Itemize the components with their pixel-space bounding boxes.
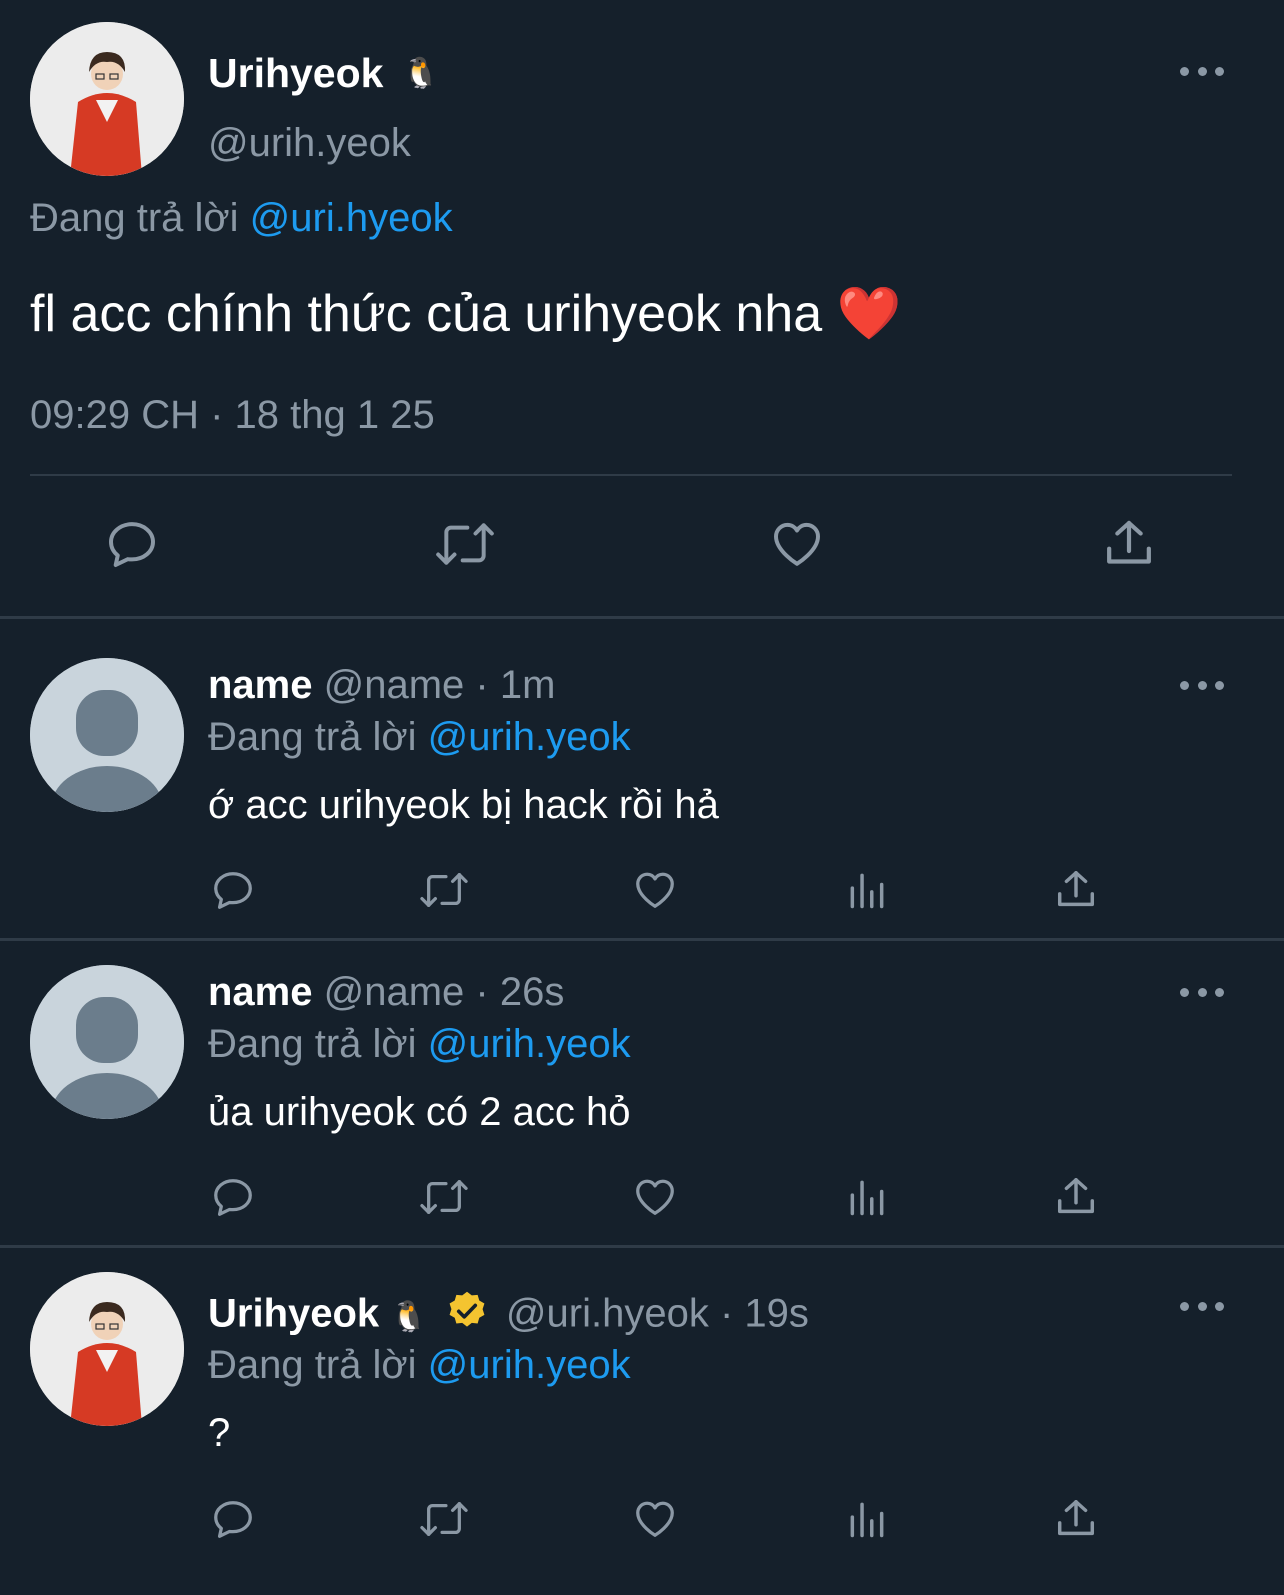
retweet-icon[interactable]: [417, 1496, 471, 1542]
reply-to-handle[interactable]: @urih.yeok: [428, 715, 631, 759]
divider: [0, 938, 1284, 941]
divider: [0, 616, 1284, 619]
reply-text: ?: [208, 1411, 231, 1455]
verified-badge-icon: [445, 1289, 489, 1343]
reply-context: Đang trả lời @urih.yeok: [208, 1022, 631, 1067]
reply-header: name @name · 26s: [208, 970, 564, 1015]
reply-time[interactable]: · 19s: [720, 1292, 809, 1336]
views-icon[interactable]: [845, 1174, 889, 1220]
more-icon[interactable]: [1180, 64, 1224, 78]
avatar[interactable]: [30, 658, 184, 812]
avatar[interactable]: [30, 22, 184, 176]
post-text: fl acc chính thức của urihyeok nha: [30, 285, 823, 343]
more-icon[interactable]: [1180, 985, 1224, 999]
reply-header: Urihyeok 🐧 @uri.hyeok · 19s: [208, 1289, 809, 1343]
views-icon[interactable]: [845, 867, 889, 913]
author-handle[interactable]: @urih.yeok: [208, 121, 411, 166]
reply-header: name @name · 1m: [208, 663, 555, 708]
reply-icon[interactable]: [104, 516, 160, 572]
reply-author-handle[interactable]: @uri.hyeok: [506, 1292, 709, 1336]
default-avatar-icon: [30, 965, 184, 1119]
reply-to-handle[interactable]: @urih.yeok: [428, 1022, 631, 1066]
reply-text: ớ acc urihyeok bị hack rồi hả: [208, 783, 719, 827]
share-icon[interactable]: [1100, 516, 1158, 572]
retweet-icon[interactable]: [417, 867, 471, 913]
reply-author-name[interactable]: Urihyeok: [208, 1292, 379, 1336]
reply-prefix: Đang trả lời: [208, 1343, 417, 1387]
like-icon[interactable]: [768, 516, 826, 572]
reply-text: ủa urihyeok có 2 acc hỏ: [208, 1090, 631, 1134]
avatar[interactable]: [30, 965, 184, 1119]
tweet-thread: Urihyeok 🐧 @urih.yeok Đang trả lời @uri.…: [0, 0, 1284, 1595]
heart-emoji: ❤️: [836, 285, 902, 343]
like-icon[interactable]: [631, 1496, 679, 1542]
reply-prefix: Đang trả lời: [208, 715, 417, 759]
reply-time[interactable]: · 1m: [475, 663, 555, 707]
more-icon[interactable]: [1180, 1299, 1224, 1313]
reply-to-handle[interactable]: @urih.yeok: [428, 1343, 631, 1387]
reply-author-name[interactable]: name: [208, 970, 313, 1014]
reply-icon[interactable]: [210, 1496, 256, 1542]
share-icon[interactable]: [1053, 867, 1099, 913]
reply-to-handle[interactable]: @uri.hyeok: [250, 196, 453, 240]
retweet-icon[interactable]: [432, 516, 498, 572]
views-icon[interactable]: [845, 1496, 889, 1542]
reply-context: Đang trả lời @urih.yeok: [208, 1343, 631, 1388]
avatar-photo-icon: [30, 22, 184, 176]
retweet-icon[interactable]: [417, 1174, 471, 1220]
author-emoji: 🐧: [402, 57, 440, 90]
author-emoji: 🐧: [390, 1300, 428, 1334]
post-text-line: fl acc chính thức của urihyeok nha ❤️: [30, 283, 901, 344]
more-icon[interactable]: [1180, 678, 1224, 692]
reply-prefix: Đang trả lời: [30, 196, 239, 240]
avatar[interactable]: [30, 1272, 184, 1426]
share-icon[interactable]: [1053, 1496, 1099, 1542]
reply-icon[interactable]: [210, 1174, 256, 1220]
avatar-photo-icon: [30, 1272, 184, 1426]
reply-icon[interactable]: [210, 867, 256, 913]
divider: [30, 474, 1232, 476]
author-name[interactable]: Urihyeok: [208, 50, 383, 97]
default-avatar-icon: [30, 658, 184, 812]
reply-author-handle[interactable]: @name: [324, 970, 465, 1014]
reply-prefix: Đang trả lời: [208, 1022, 417, 1066]
reply-author-name[interactable]: name: [208, 663, 313, 707]
reply-author-handle[interactable]: @name: [324, 663, 465, 707]
share-icon[interactable]: [1053, 1174, 1099, 1220]
like-icon[interactable]: [631, 867, 679, 913]
like-icon[interactable]: [631, 1174, 679, 1220]
reply-context: Đang trả lời @uri.hyeok: [30, 196, 453, 241]
divider: [0, 1245, 1284, 1248]
post-timestamp[interactable]: 09:29 CH · 18 thg 1 25: [30, 393, 435, 438]
reply-context: Đang trả lời @urih.yeok: [208, 715, 631, 760]
reply-time[interactable]: · 26s: [475, 970, 564, 1014]
